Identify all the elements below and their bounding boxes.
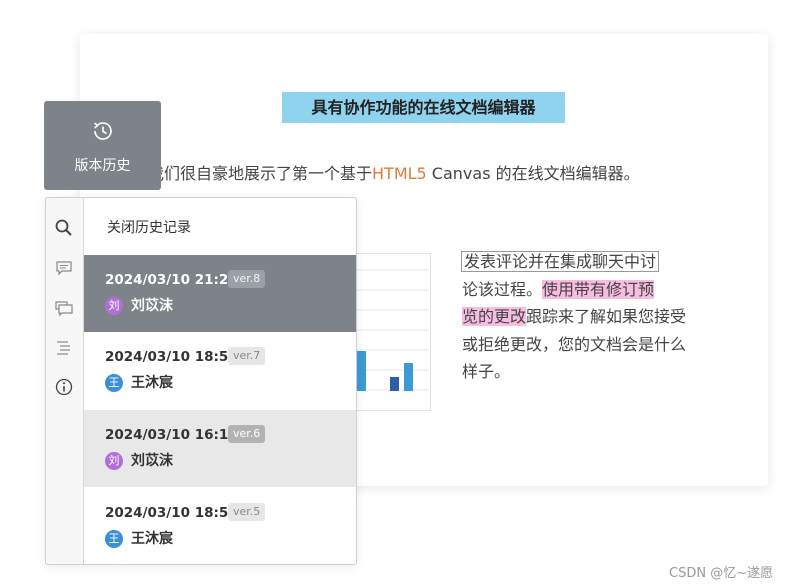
version-timestamp: 2024/03/10 18:50 (105, 505, 238, 521)
version-history-label: 版本历史 (74, 158, 131, 174)
avatar: 王 (105, 530, 123, 548)
comment-anchor[interactable]: 发表评论并在集成聊天中讨 (460, 251, 660, 272)
chart-bar (356, 351, 366, 391)
version-history-panel: 关闭历史记录 2024/03/10 21:24 ver.8 刘 刘苡沫 2024… (45, 197, 357, 565)
history-icon (93, 122, 112, 140)
version-timestamp: 2024/03/10 16:12 (105, 427, 238, 443)
tracked-change-highlight[interactable]: 使用带有修订预 (542, 279, 655, 299)
intro-text: 我们很自豪地展示了第一个基于 (148, 164, 373, 183)
version-badge: ver.8 (228, 270, 266, 288)
version-item[interactable]: 2024/03/10 21:24 ver.8 刘 刘苡沫 (84, 255, 356, 332)
intro-text-end: Canvas 的在线文档编辑器。 (426, 164, 640, 183)
version-author: 刘苡沫 (131, 453, 173, 469)
chat-icon[interactable] (54, 298, 74, 318)
version-item[interactable]: 2024/03/10 18:50 ver.5 王 王沐宸 (84, 488, 356, 564)
document-intro: 我们很自豪地展示了第一个基于HTML5 Canvas 的在线文档编辑器。 (148, 160, 640, 184)
version-author: 刘苡沫 (131, 298, 173, 314)
version-badge: ver.6 (228, 425, 266, 443)
version-badge: ver.7 (228, 347, 266, 365)
version-timestamp: 2024/03/10 18:50 (105, 349, 238, 365)
close-history-link[interactable]: 关闭历史记录 (107, 217, 191, 237)
embedded-chart (350, 269, 428, 391)
watermark: CSDN @忆~遂愿 (669, 566, 774, 581)
chart-bar (404, 363, 413, 391)
document-title: 具有协作功能的在线文档编辑器 (282, 92, 565, 123)
version-author: 王沐宸 (131, 375, 173, 391)
document-paragraph: 发表评论并在集成聊天中讨 论该过程。使用带有修订预 览的更改跟踪来了解如果您接受… (460, 248, 692, 386)
headings-icon[interactable] (54, 338, 74, 358)
side-rail (46, 198, 84, 564)
tracked-change-highlight[interactable]: 览的更改 (462, 307, 527, 326)
comment-icon[interactable] (54, 258, 74, 278)
avatar: 刘 (105, 452, 123, 470)
intro-accent: HTML5 (372, 164, 427, 183)
version-author: 王沐宸 (131, 531, 173, 547)
avatar: 王 (105, 374, 123, 392)
avatar: 刘 (105, 297, 123, 315)
info-icon[interactable] (54, 377, 74, 397)
chart-bar (390, 377, 399, 391)
version-timestamp: 2024/03/10 21:24 (105, 272, 238, 288)
version-badge: ver.5 (228, 503, 266, 521)
search-icon[interactable] (54, 218, 74, 238)
version-item[interactable]: 2024/03/10 16:12 ver.6 刘 刘苡沫 (84, 410, 356, 487)
para-text: 论该过程。 (462, 279, 543, 299)
version-item[interactable]: 2024/03/10 18:50 ver.7 王 王沐宸 (84, 332, 356, 409)
version-history-button[interactable]: 版本历史 (44, 101, 161, 190)
